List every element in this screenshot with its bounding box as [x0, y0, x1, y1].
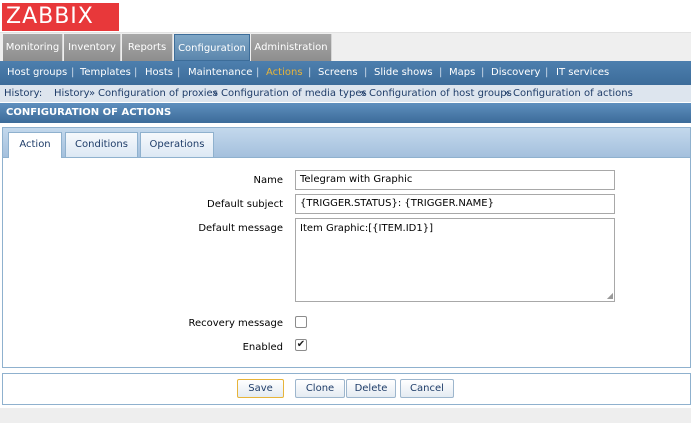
- sub-menu-separator: |: [177, 67, 181, 78]
- breadcrumb-separator: »: [89, 88, 96, 99]
- form-buttons: Save Clone Delete Cancel: [2, 373, 691, 405]
- breadcrumb-label: History:: [4, 88, 43, 99]
- sub-menu-it-services[interactable]: IT services: [556, 61, 609, 85]
- main-menu-reports[interactable]: Reports: [122, 34, 173, 61]
- zabbix-logo[interactable]: ZABBIX: [2, 3, 119, 31]
- sub-menu-maintenance[interactable]: Maintenance: [188, 61, 252, 85]
- sub-menu-hosts[interactable]: Hosts: [145, 61, 173, 85]
- breadcrumb-separator: »: [504, 88, 511, 99]
- tab-operations[interactable]: Operations: [140, 132, 214, 157]
- enabled-checkbox[interactable]: ✔: [295, 339, 307, 351]
- default-message-label: Default message: [198, 223, 283, 234]
- resize-grip-icon[interactable]: ◢: [607, 292, 613, 300]
- checkmark-icon: ✔: [296, 339, 306, 350]
- tab-strip: Action Conditions Operations: [3, 128, 690, 158]
- default-message-field[interactable]: Item Graphic:[{ITEM.ID1}] ◢: [295, 218, 615, 302]
- main-menu-inventory[interactable]: Inventory: [64, 34, 121, 61]
- breadcrumb-item[interactable]: History: [54, 85, 90, 102]
- save-button[interactable]: Save: [237, 379, 284, 398]
- page-title: CONFIGURATION OF ACTIONS: [0, 103, 691, 123]
- delete-button[interactable]: Delete: [346, 379, 396, 398]
- sub-menu-separator: |: [439, 67, 443, 78]
- breadcrumb: History: History » Configuration of prox…: [0, 85, 691, 102]
- breadcrumb-item[interactable]: Configuration of host groups: [369, 85, 512, 102]
- sub-menu-separator: |: [256, 67, 260, 78]
- main-menu: Monitoring Inventory Reports Configurati…: [0, 33, 691, 61]
- breadcrumb-separator: »: [360, 88, 367, 99]
- sub-menu-maps[interactable]: Maps: [449, 61, 475, 85]
- breadcrumb-item[interactable]: Configuration of actions: [513, 85, 633, 102]
- main-menu-monitoring[interactable]: Monitoring: [3, 34, 63, 61]
- default-message-text: Item Graphic:[{ITEM.ID1}]: [300, 223, 433, 234]
- sub-menu-slide-shows[interactable]: Slide shows: [374, 61, 433, 85]
- sub-menu-separator: |: [481, 67, 485, 78]
- sub-menu-separator: |: [134, 67, 138, 78]
- sub-menu-separator: |: [364, 67, 368, 78]
- sub-menu-templates[interactable]: Templates: [80, 61, 131, 85]
- sub-menu-screens[interactable]: Screens: [318, 61, 358, 85]
- default-subject-label: Default subject: [207, 199, 283, 210]
- sub-menu-host-groups[interactable]: Host groups: [7, 61, 67, 85]
- breadcrumb-item[interactable]: Configuration of proxies: [98, 85, 218, 102]
- cancel-button[interactable]: Cancel: [400, 379, 454, 398]
- breadcrumb-item[interactable]: Configuration of media types: [221, 85, 367, 102]
- sub-menu-separator: |: [71, 67, 75, 78]
- page-footer: [0, 408, 691, 423]
- name-label: Name: [253, 175, 283, 186]
- sub-menu-separator: |: [308, 67, 312, 78]
- main-menu-configuration[interactable]: Configuration: [174, 34, 250, 61]
- name-field[interactable]: Telegram with Graphic: [295, 170, 615, 190]
- sub-menu-actions[interactable]: Actions: [266, 61, 303, 85]
- sub-menu-discovery[interactable]: Discovery: [491, 61, 540, 85]
- sub-menu-separator: |: [545, 67, 549, 78]
- recovery-message-label: Recovery message: [188, 318, 284, 329]
- tab-action[interactable]: Action: [8, 132, 62, 158]
- tab-conditions[interactable]: Conditions: [65, 132, 138, 157]
- clone-button[interactable]: Clone: [295, 379, 345, 398]
- action-form: Action Conditions Operations Name Telegr…: [2, 127, 691, 368]
- main-menu-administration[interactable]: Administration: [251, 34, 332, 61]
- enabled-label: Enabled: [242, 342, 283, 353]
- default-subject-field[interactable]: {TRIGGER.STATUS}: {TRIGGER.NAME}: [295, 194, 615, 214]
- recovery-message-checkbox[interactable]: [295, 316, 307, 328]
- breadcrumb-separator: »: [212, 88, 219, 99]
- logo-bar: ZABBIX: [0, 0, 691, 33]
- sub-menu: Host groups | Templates | Hosts | Mainte…: [0, 61, 691, 85]
